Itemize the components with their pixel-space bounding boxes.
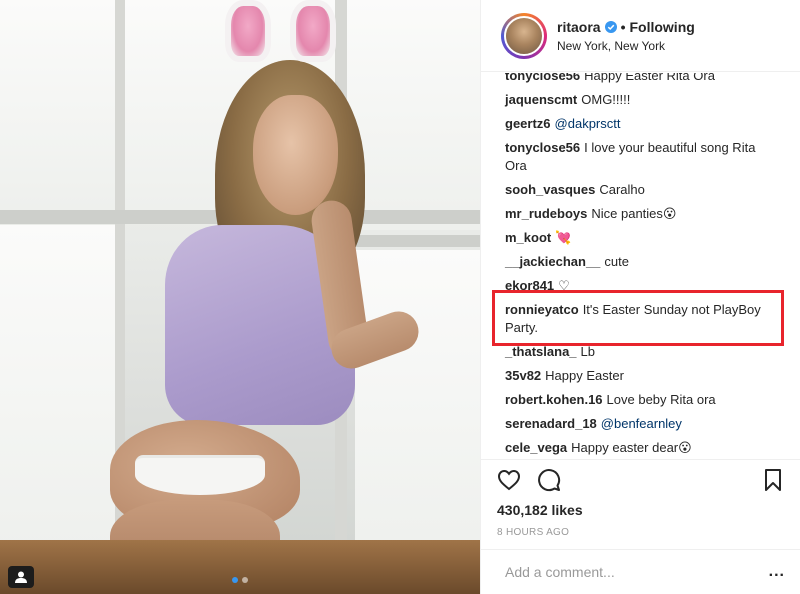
comment-item: tonyclose56 Happy Easter Rita Ora: [505, 73, 777, 85]
comment-item: tonyclose56 I love your beautiful song Ri…: [505, 139, 777, 175]
comment-text: 💘: [555, 230, 572, 245]
comment-item-highlighted: ronnieyatco It's Easter Sunday not PlayBo…: [505, 301, 777, 337]
following-button[interactable]: Following: [629, 19, 694, 35]
comment-username[interactable]: mr_rudeboys: [505, 206, 587, 221]
comment-text: OMG!!!!!: [581, 92, 631, 107]
add-comment-bar: ...: [481, 549, 800, 594]
verified-badge-icon: [604, 20, 617, 33]
comment-text: Happy Easter: [545, 368, 624, 383]
comment-item: jaquenscmt OMG!!!!!: [505, 91, 777, 109]
comment-item: cele_vega Happy easter dear😮: [505, 439, 777, 457]
comment-username[interactable]: cele_vega: [505, 440, 567, 455]
comment-text: cute: [604, 254, 629, 269]
comment-text: Caralho: [599, 182, 645, 197]
comment-username[interactable]: serenadard_18: [505, 416, 597, 431]
carousel-dot: [242, 577, 248, 583]
comment-mention[interactable]: @benfearnley: [601, 416, 682, 431]
heart-icon[interactable]: [497, 468, 521, 492]
comment-mention[interactable]: @dakprsctt: [555, 116, 621, 131]
post-header: ritaora • Following New York, New York: [481, 0, 800, 72]
carousel-dot-active: [232, 577, 238, 583]
comment-username[interactable]: robert.kohen.16: [505, 392, 603, 407]
user-tag-icon[interactable]: [8, 566, 34, 588]
comment-text: Nice panties😮: [591, 206, 677, 221]
comment-item: 35v82 Happy Easter: [505, 367, 777, 385]
comment-text: ♡: [558, 278, 570, 293]
post-photo[interactable]: [0, 0, 480, 594]
comment-username[interactable]: tonyclose56: [505, 140, 580, 155]
comments-list[interactable]: tonyclose56 Happy Easter Rita Ora jaquens…: [481, 73, 800, 459]
comment-username[interactable]: _thatslana_: [505, 344, 577, 359]
comment-item: geertz6 @dakprsctt: [505, 115, 777, 133]
comment-username[interactable]: geertz6: [505, 116, 551, 131]
avatar[interactable]: [504, 15, 544, 56]
more-options-icon[interactable]: ...: [769, 564, 785, 580]
location-link[interactable]: New York, New York: [557, 39, 695, 53]
comment-username[interactable]: __jackiechan__: [505, 254, 600, 269]
post-actions: 430,182 likes 8 HOURS AGO: [481, 459, 800, 538]
post-sidebar: ritaora • Following New York, New York t…: [480, 0, 800, 594]
comment-item: m_koot 💘: [505, 229, 777, 247]
comment-username[interactable]: jaquenscmt: [505, 92, 577, 107]
carousel-indicator: [232, 577, 248, 583]
comment-text: Love beby Rita ora: [606, 392, 716, 407]
comment-username[interactable]: tonyclose56: [505, 73, 580, 83]
likes-count[interactable]: 430,182 likes: [497, 502, 785, 518]
comment-item: _thatslana_ Lb: [505, 343, 777, 361]
comment-item: sooh_vasques Caralho: [505, 181, 777, 199]
speech-bubble-icon[interactable]: [537, 468, 561, 492]
comment-item: robert.kohen.16 Love beby Rita ora: [505, 391, 777, 409]
comment-input[interactable]: [505, 564, 769, 580]
username-link[interactable]: ritaora: [557, 19, 601, 35]
comment-item: mr_rudeboys Nice panties😮: [505, 205, 777, 223]
comment-item: ekor841 ♡: [505, 277, 777, 295]
avatar-story-ring[interactable]: [501, 12, 547, 59]
post-timestamp[interactable]: 8 HOURS AGO: [497, 527, 785, 538]
comment-text: Happy easter dear😮: [571, 440, 692, 455]
comment-username[interactable]: 35v82: [505, 368, 541, 383]
separator: •: [620, 18, 626, 35]
comment-username[interactable]: ronnieyatco: [505, 302, 579, 317]
bookmark-icon[interactable]: [761, 468, 785, 492]
comment-username[interactable]: ekor841: [505, 278, 554, 293]
comment-item: __jackiechan__ cute: [505, 253, 777, 271]
comment-item: serenadard_18 @benfearnley: [505, 415, 777, 433]
comment-text: Happy Easter Rita Ora: [584, 73, 715, 83]
comment-text: Lb: [580, 344, 596, 359]
comment-username[interactable]: sooh_vasques: [505, 182, 595, 197]
comment-username[interactable]: m_koot: [505, 230, 551, 245]
